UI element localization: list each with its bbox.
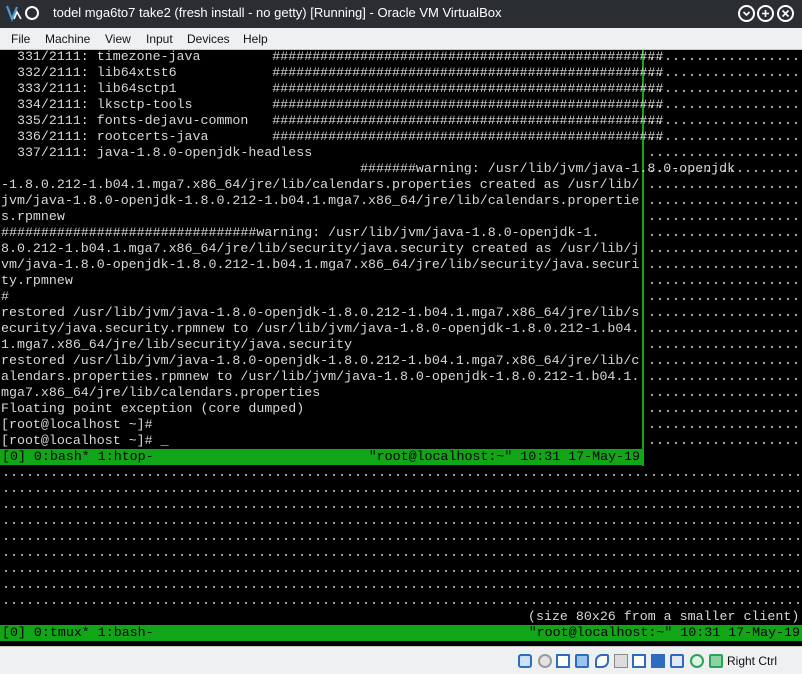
tmux-window-list: [0] 0:tmux* 1:bash- (2, 625, 154, 640)
close-icon (781, 9, 790, 18)
maximize-button[interactable] (757, 5, 774, 22)
display-icon[interactable] (632, 654, 646, 668)
terminal-line: restored /usr/lib/jvm/java-1.8.0-openjdk… (1, 353, 640, 368)
terminal-line: mga7.x86_64/jre/lib/calendars.properties (1, 385, 321, 400)
terminal-line: ################################warning:… (1, 225, 600, 240)
menu-devices[interactable]: Devices (187, 32, 230, 46)
audio-icon[interactable] (556, 654, 570, 668)
terminal-line: 333/2111: lib64sctp1 ###################… (1, 81, 664, 96)
terminal-line: [root@localhost ~]# _ (1, 433, 169, 448)
terminal-line: jvm/java-1.8.0-openjdk-1.8.0.212-1.b04.1… (1, 193, 640, 208)
tmux-status-right: "root@localhost:~" 10:31 17-May-19 (528, 625, 800, 640)
tmux-outer-status-bar: [0] 0:tmux* 1:bash- "root@localhost:~" 1… (0, 625, 802, 641)
video-capture-icon[interactable] (651, 654, 665, 668)
shared-folders-icon[interactable] (614, 654, 628, 668)
tmux-unused-area-dots (646, 51, 802, 451)
terminal-line: 331/2111: timezone-java ################… (1, 50, 664, 64)
tmux-inner-status-bar: [0] 0:bash* 1:htop- "root@localhost:~" 1… (0, 449, 642, 465)
keyboard-capture-icon[interactable] (709, 654, 723, 668)
terminal-line: restored /usr/lib/jvm/java-1.8.0-openjdk… (1, 305, 640, 320)
virtualbox-logo-icon (5, 5, 22, 22)
optical-disk-icon[interactable] (538, 654, 552, 668)
vm-status-bar: Right Ctrl (0, 646, 802, 674)
terminal-line: # (1, 289, 9, 304)
terminal-line: ty.rpmnew (1, 273, 73, 288)
menu-file[interactable]: File (11, 32, 30, 46)
host-key-label: Right Ctrl (727, 654, 778, 668)
menu-input[interactable]: Input (146, 32, 173, 46)
terminal-line: vm/java-1.8.0-openjdk-1.8.0.212-1.b04.1.… (1, 257, 640, 272)
terminal-line: 334/2111: lksctp-tools #################… (1, 97, 664, 112)
tmux-window-list: [0] 0:bash* 1:htop- (2, 449, 154, 464)
menu-view[interactable]: View (105, 32, 131, 46)
menu-machine[interactable]: Machine (45, 32, 90, 46)
menu-bar: File Machine View Input Devices Help (0, 28, 802, 50)
plus-icon (762, 10, 769, 17)
window-title: todel mga6to7 take2 (fresh install - no … (53, 5, 502, 20)
terminal-line: #######warning: /usr/lib/jvm/java-1.8.0-… (1, 161, 736, 176)
terminal-line: alendars.properties.rpmnew to /usr/lib/j… (1, 369, 640, 384)
mouse-integration-icon[interactable] (690, 654, 704, 668)
terminal-line: -1.8.0.212-1.b04.1.mga7.x86_64/jre/lib/c… (1, 177, 640, 192)
terminal-line: 335/2111: fonts-dejavu-common ##########… (1, 113, 664, 128)
vm-terminal-screen[interactable]: 331/2111: timezone-java ################… (0, 50, 802, 646)
virtualization-icon[interactable] (670, 654, 684, 668)
network-icon[interactable] (575, 654, 589, 668)
terminal-line: s.rpmnew (1, 209, 65, 224)
terminal-line: 332/2111: lib64xtst6 ###################… (1, 65, 664, 80)
terminal-line: [root@localhost ~]# (1, 417, 153, 432)
terminal-line: 337/2111: java-1.8.0-openjdk-headless (1, 145, 313, 160)
terminal-line: 1.mga7.x86_64/jre/lib/security/java.secu… (1, 337, 353, 352)
tmux-status-right: "root@localhost:~" 10:31 17-May-19 (368, 449, 640, 464)
tmux-unused-area-dots (0, 467, 802, 611)
terminal-line: 8.0.212-1.b04.1.mga7.x86_64/jre/lib/secu… (1, 241, 640, 256)
hard-disk-icon[interactable] (518, 654, 532, 668)
window-titlebar[interactable]: todel mga6to7 take2 (fresh install - no … (0, 0, 802, 28)
usb-icon[interactable] (595, 654, 609, 668)
close-button[interactable] (777, 5, 794, 22)
tmux-size-note: (size 80x26 from a smaller client) (528, 609, 800, 624)
terminal-line: Floating point exception (core dumped) (1, 401, 305, 416)
terminal-line: 336/2111: rootcerts-java ###############… (1, 129, 664, 144)
minimize-icon (742, 11, 751, 17)
window-menu-icon[interactable] (25, 6, 39, 20)
terminal-line: ecurity/java.security.rpmnew to /usr/lib… (1, 321, 640, 336)
minimize-button[interactable] (738, 5, 755, 22)
menu-help[interactable]: Help (243, 32, 268, 46)
